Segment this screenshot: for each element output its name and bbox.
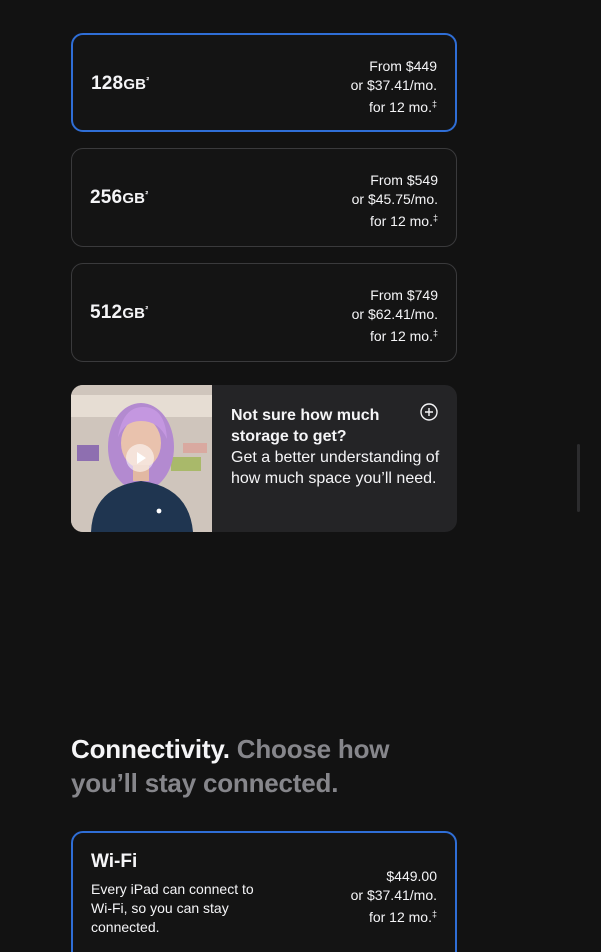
storage-price: From $549 or $45.75/mo. for 12 mo.‡ (352, 171, 438, 231)
term-footnote: ‡ (432, 328, 438, 338)
scrollbar-thumb[interactable] (577, 444, 580, 512)
footnote-mark: ² (146, 75, 150, 85)
capacity-number: 128 (91, 73, 124, 94)
term-text: for 12 mo. (369, 328, 433, 344)
play-icon[interactable] (126, 444, 154, 472)
storage-option-128gb[interactable]: 128GB² From $449 or $37.41/mo. for 12 mo… (71, 33, 457, 132)
price-from: From $449 (369, 58, 437, 74)
term-text: for 12 mo. (369, 213, 433, 229)
price-from: From $549 (370, 172, 438, 188)
price-monthly: or $37.41/mo. (350, 77, 437, 93)
price-full: $449.00 (386, 868, 437, 884)
price-term: for 12 mo.‡ (352, 209, 438, 231)
storage-price: From $749 or $62.41/mo. for 12 mo.‡ (352, 286, 438, 346)
connectivity-heading: Connectivity. Choose how you’ll stay con… (71, 732, 451, 800)
capacity-unit: GB (122, 190, 146, 207)
price-from: From $749 (370, 287, 438, 303)
storage-help-body: Get a better understanding of how much s… (231, 449, 440, 487)
storage-help-title: Not sure how much storage to get? (231, 407, 380, 445)
price-term: for 12 mo.‡ (352, 324, 438, 346)
price-monthly: or $37.41/mo. (350, 887, 437, 903)
term-text: for 12 mo. (368, 909, 432, 925)
connectivity-price: $449.00 or $37.41/mo. for 12 mo.‡ (351, 867, 437, 927)
plus-circle-icon[interactable] (420, 403, 438, 421)
capacity-unit: GB (123, 76, 147, 93)
price-term: for 12 mo.‡ (351, 95, 437, 117)
capacity-number: 256 (90, 187, 123, 208)
storage-option-512gb[interactable]: 512GB² From $749 or $62.41/mo. for 12 mo… (71, 263, 457, 362)
storage-option-256gb[interactable]: 256GB² From $549 or $45.75/mo. for 12 mo… (71, 148, 457, 247)
capacity-number: 512 (90, 302, 123, 323)
term-footnote: ‡ (431, 99, 437, 109)
footnote-mark: ² (145, 304, 149, 314)
connectivity-description: Every iPad can connect to Wi-Fi, so you … (91, 881, 254, 935)
connectivity-heading-lead: Connectivity. (71, 734, 230, 764)
storage-capacity: 256GB² (90, 187, 148, 209)
video-thumbnail[interactable] (71, 385, 212, 532)
price-monthly: or $45.75/mo. (351, 191, 438, 207)
storage-capacity: 512GB² (90, 302, 148, 324)
page: 128GB² From $449 or $37.41/mo. for 12 mo… (0, 0, 601, 952)
term-footnote: ‡ (431, 909, 437, 919)
capacity-unit: GB (122, 305, 146, 322)
storage-help-card[interactable]: Not sure how much storage to get? Get a … (71, 385, 457, 532)
footnote-mark: ² (145, 189, 149, 199)
term-text: for 12 mo. (368, 99, 432, 115)
connectivity-name: Wi-Fi (91, 851, 138, 872)
storage-help-text: Not sure how much storage to get? Get a … (231, 405, 441, 489)
storage-price: From $449 or $37.41/mo. for 12 mo.‡ (351, 57, 437, 117)
storage-capacity: 128GB² (91, 73, 149, 95)
price-monthly: or $62.41/mo. (351, 306, 438, 322)
connectivity-option-wifi[interactable]: Wi-Fi Every iPad can connect to Wi-Fi, s… (71, 831, 457, 952)
term-footnote: ‡ (432, 213, 438, 223)
price-term: for 12 mo.‡ (351, 905, 437, 927)
